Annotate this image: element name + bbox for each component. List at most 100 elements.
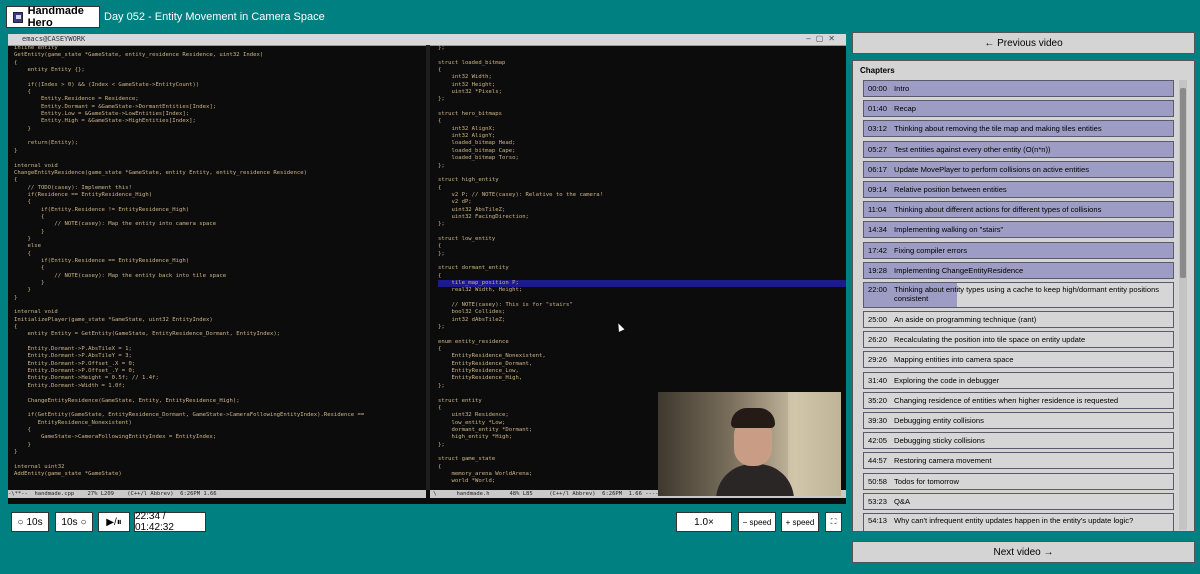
chapter-item[interactable]: 19:28 Implementing ChangeEntityResidence: [863, 261, 1174, 279]
logo-label: Handmade Hero: [27, 5, 84, 29]
code-line: v2 P; // NOTE(casey): Relative to the ca…: [438, 191, 604, 198]
fullscreen-icon: ⛶: [830, 517, 837, 526]
scrollbar-thumb[interactable]: [1180, 88, 1186, 278]
code-line: Entity.Dormant->P.AbsTileY = 3;: [14, 353, 132, 360]
chapter-title: Implementing ChangeEntityResidence: [894, 265, 1024, 275]
code-line: EntityResidence_Nonexistent,: [438, 353, 546, 360]
code-line: }: [14, 147, 18, 154]
chapter-item[interactable]: 00:00 Intro: [863, 80, 1174, 97]
chapter-item[interactable]: 31:40 Exploring the code in debugger: [863, 371, 1174, 389]
chapter-item[interactable]: 26:20 Recalculating the position into til…: [863, 331, 1174, 349]
code-line: int32 Height;: [438, 81, 496, 88]
chapter-item[interactable]: 29:26 Mapping entities into camera space: [863, 351, 1174, 369]
code-line: Entity.Dormant->P.Offset_.Y = 0;: [14, 368, 136, 375]
chapter-time: 42:05: [868, 436, 888, 446]
chapter-time: 44:57: [868, 456, 888, 466]
chapter-item[interactable]: 17:42 Fixing compiler errors: [863, 241, 1174, 259]
forward-label: 10s: [61, 516, 78, 528]
chapter-title: Recap: [894, 104, 916, 114]
speed-display: 1.0×: [676, 512, 732, 532]
chapter-title: Implementing walking on "stairs": [894, 225, 1004, 235]
code-line: {: [14, 426, 31, 433]
code-line: Entity.Dormant->Width = 1.0f;: [14, 382, 126, 389]
chapter-item[interactable]: 42:05 Debugging sticky collisions: [863, 432, 1174, 450]
chapter-title: Debugging sticky collisions: [894, 436, 985, 446]
code-line: if(GetEntity(GameState, EntityResidence_…: [14, 412, 365, 419]
chapter-item[interactable]: 11:04 Thinking about different actions fo…: [863, 201, 1174, 219]
chapter-item[interactable]: 03:12 Thinking about removing the tile ma…: [863, 120, 1174, 138]
chapter-item[interactable]: 09:14 Relative position between entities: [863, 180, 1174, 198]
code-line: };: [438, 221, 445, 228]
video-player[interactable]: emacs@CASEYWORK –▢✕ inline entity GetEnti…: [8, 34, 846, 504]
fullscreen-button[interactable]: ⛶: [825, 512, 842, 532]
code-line: if((Index > 0) && (Index < GameState->En…: [14, 81, 200, 88]
webcam-overlay: [658, 392, 841, 496]
code-line: }: [14, 280, 45, 286]
chapter-item[interactable]: 25:00 An aside on programming technique (…: [863, 311, 1174, 329]
code-line: EntityResidence_High,: [438, 375, 523, 382]
chapter-time: 19:28: [868, 265, 888, 275]
code-line: {: [14, 59, 18, 66]
chapter-item[interactable]: 54:13 Why can't infrequent entity updates…: [863, 512, 1174, 531]
code-line: }: [14, 235, 31, 242]
code-line: struct low_entity: [438, 235, 496, 242]
chapter-item[interactable]: 53:23 Q&A: [863, 492, 1174, 510]
chapter-title: Thinking about different actions for dif…: [894, 205, 1102, 215]
speed-down-button[interactable]: − speed: [738, 512, 776, 532]
rewind-10s-button[interactable]: ○ 10s: [11, 512, 49, 532]
code-line: GetEntity(game_state *GameState, entity_…: [14, 52, 264, 59]
chapter-title: Intro: [894, 84, 910, 93]
chapter-time: 54:13: [868, 515, 888, 525]
chapter-item[interactable]: 01:40 Recap: [863, 100, 1174, 118]
forward-10s-button[interactable]: 10s ○: [55, 512, 93, 532]
code-line: int32 dAbsTileZ;: [438, 316, 506, 323]
code-line: {: [438, 272, 442, 279]
code-line: int32 AlignX;: [438, 125, 496, 132]
chapter-item[interactable]: 35:20 Changing residence of entities when…: [863, 391, 1174, 409]
chapter-time: 26:20: [868, 335, 888, 345]
code-line: enum entity_residence: [438, 338, 509, 345]
chapter-time: 00:00: [868, 84, 888, 93]
chapter-item[interactable]: 44:57 Restoring camera movement: [863, 452, 1174, 470]
episode-title: Day 052 - Entity Movement in Camera Spac…: [104, 11, 325, 23]
chapters-panel: Chapters 00:00 Intro 01:40 Recap 03:12 Thinki…: [852, 60, 1195, 532]
chapter-title: Changing residence of entities when high…: [894, 395, 1119, 405]
previous-video-button[interactable]: ← Previous video: [852, 32, 1195, 54]
time-display: 22:34 / 01:42:32: [134, 511, 206, 533]
speed-up-button[interactable]: + speed: [781, 512, 819, 532]
code-line: Entity.Dormant->Height = 0.5f; // 1.4f;: [14, 375, 159, 382]
window-controls-icon: –▢✕: [806, 34, 840, 43]
code-line: if(Entity.Residence == EntityResidence_H…: [14, 257, 190, 264]
play-pause-button[interactable]: ▶/⏸: [98, 512, 130, 532]
code-line: // NOTE(casey): This is for "stairs": [438, 302, 573, 309]
chapter-item[interactable]: 50:58 Todos for tomorrow: [863, 472, 1174, 490]
chapter-title: Restoring camera movement: [894, 456, 992, 466]
code-line: }: [14, 228, 45, 235]
chapter-title: Recalculating the position into tile spa…: [894, 335, 1086, 345]
chapter-time: 31:40: [868, 375, 888, 385]
code-line: {: [14, 250, 31, 257]
handmade-hero-home-button[interactable]: Handmade Hero: [6, 5, 100, 29]
chapter-scrollbar[interactable]: [1179, 80, 1187, 530]
next-video-button[interactable]: Next video →: [852, 541, 1195, 563]
code-line: };: [438, 45, 445, 51]
chapter-item[interactable]: 06:17 Update MovePlayer to perform collis…: [863, 160, 1174, 178]
code-line: int32 AlignY;: [438, 133, 496, 140]
code-line: }: [14, 287, 31, 294]
code-line: Entity.Dormant->P.AbsTileX = 1;: [14, 346, 132, 353]
chapter-item[interactable]: 39:30 Debugging entity collisions: [863, 412, 1174, 429]
chapter-item[interactable]: 22:00 Thinking about entity types using a…: [863, 281, 1174, 308]
code-line: loaded_bitmap Cape;: [438, 147, 516, 154]
chapter-item[interactable]: 14:34 Implementing walking on "stairs": [863, 221, 1174, 239]
chapter-time: 35:20: [868, 395, 888, 405]
chapter-item[interactable]: 05:27 Test entities against every other e…: [863, 140, 1174, 158]
forward-icon: ○: [80, 516, 87, 528]
code-line: {: [14, 265, 45, 272]
chapter-title: Todos for tomorrow: [894, 476, 959, 486]
